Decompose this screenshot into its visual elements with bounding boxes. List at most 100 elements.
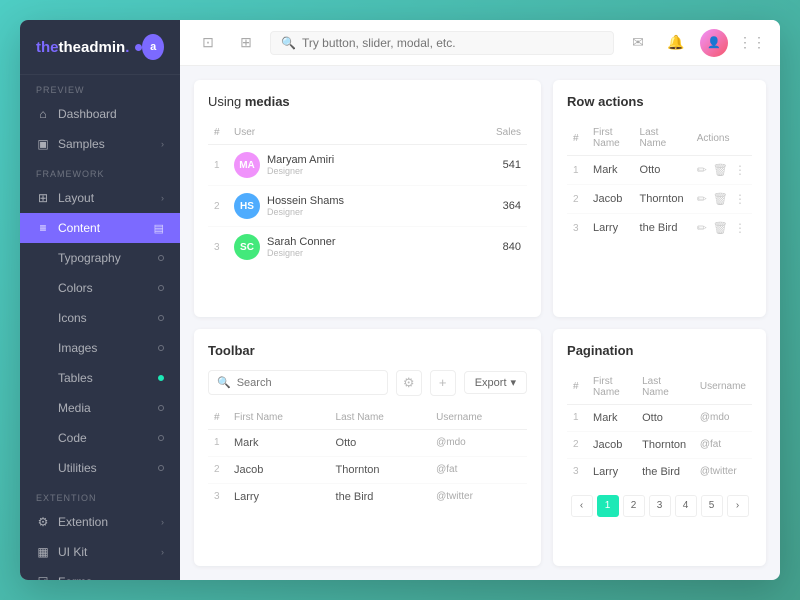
col-last: Last Name — [330, 406, 431, 430]
expand-icon[interactable]: ⊡ — [194, 29, 222, 57]
toolbar-search: 🔍 — [208, 370, 388, 395]
sidebar-item-typography[interactable]: Typography — [20, 243, 180, 273]
table-row: 3 SC Sarah Conner Designer 840 — [208, 227, 527, 268]
sidebar-label-forms: Forms — [58, 575, 92, 580]
add-btn[interactable]: + — [430, 370, 456, 396]
images-dot — [158, 345, 164, 351]
user-avatar[interactable]: 👤 — [700, 29, 728, 57]
last-name: Otto — [634, 156, 691, 185]
sidebar-item-code[interactable]: Code — [20, 423, 180, 453]
sidebar-label-colors: Colors — [58, 281, 93, 295]
topbar: ⊡ ⊞ 🔍 ✉ 🔔 👤 ⋮⋮ — [180, 20, 780, 66]
sidebar-item-dashboard[interactable]: ⌂ Dashboard — [20, 99, 180, 129]
sidebar-item-content[interactable]: ≡ Content ▤ — [20, 213, 180, 243]
username: @fat — [430, 456, 527, 483]
sidebar-item-samples[interactable]: ▣ Samples › — [20, 129, 180, 159]
sidebar-label-typography: Typography — [58, 251, 121, 265]
sidebar-item-images[interactable]: Images — [20, 333, 180, 363]
sidebar-item-colors[interactable]: Colors — [20, 273, 180, 303]
chevron-right-icon4: › — [161, 577, 164, 580]
col-username: Username — [430, 406, 527, 430]
user-cell: MA Maryam Amiri Designer — [228, 145, 457, 186]
sidebar-avatar[interactable]: a — [142, 34, 164, 60]
sidebar-label-code: Code — [58, 431, 87, 445]
first-name: Mark — [228, 429, 330, 456]
page-next-btn[interactable]: › — [727, 495, 749, 517]
colors-dot — [158, 285, 164, 291]
menu-icon[interactable]: ⋮⋮ — [738, 29, 766, 57]
chevron-right-icon: › — [161, 139, 164, 149]
sidebar-item-extension[interactable]: ⚙ Extention › — [20, 507, 180, 537]
more-icon[interactable]: ⋮ — [734, 192, 746, 206]
sidebar-item-forms[interactable]: ☑ Forms › — [20, 567, 180, 580]
page-4-btn[interactable]: 4 — [675, 495, 697, 517]
search-input[interactable] — [302, 36, 603, 50]
chevron-down-icon: ▾ — [511, 376, 517, 389]
username: @twitter — [694, 458, 752, 485]
row-num: 1 — [567, 156, 587, 185]
row-num: 2 — [208, 186, 228, 227]
typography-dot — [158, 255, 164, 261]
sales-value: 364 — [457, 186, 527, 227]
user-cell: SC Sarah Conner Designer — [228, 227, 457, 268]
row-num: 3 — [208, 227, 228, 268]
page-3-btn[interactable]: 3 — [649, 495, 671, 517]
user-role: Designer — [267, 207, 344, 217]
chevron-right-icon3: › — [161, 547, 164, 557]
page-1-btn[interactable]: 1 — [597, 495, 619, 517]
settings-btn[interactable]: ⚙ — [396, 370, 422, 396]
edit-icon[interactable]: ✏ — [697, 221, 707, 235]
col-hash: # — [208, 406, 228, 430]
col-hash: # — [208, 121, 228, 145]
page-prev-btn[interactable]: ‹ — [571, 495, 593, 517]
using-medias-title: Using medias — [208, 94, 527, 109]
delete-icon[interactable]: 🗑 — [713, 221, 728, 235]
sidebar-item-utilities[interactable]: Utilities — [20, 453, 180, 483]
section-extension-label: EXTENTION — [20, 483, 180, 507]
page-2-btn[interactable]: 2 — [623, 495, 645, 517]
row-num: 3 — [567, 458, 587, 485]
sidebar-label-icons: Icons — [58, 311, 87, 325]
edit-icon[interactable]: ✏ — [697, 163, 707, 177]
sidebar-label-extension: Extention — [58, 515, 108, 529]
username: @fat — [694, 431, 752, 458]
col-hash: # — [567, 370, 587, 405]
delete-icon[interactable]: 🗑 — [713, 163, 728, 177]
table-row: 2 Jacob Thornton ✏ 🗑 ⋮ — [567, 185, 752, 214]
sidebar: thetheadmin. a PREVIEW ⌂ Dashboard ▣ Sam… — [20, 20, 180, 580]
toolbar-controls: 🔍 ⚙ + Export ▾ — [208, 370, 527, 396]
row-num: 2 — [567, 431, 587, 458]
grid-view-icon[interactable]: ⊞ — [232, 29, 260, 57]
sidebar-logo: thetheadmin. a — [20, 20, 180, 75]
mail-icon[interactable]: ✉ — [624, 29, 652, 57]
first-name: Larry — [587, 458, 636, 485]
table-row: 2 Jacob Thornton @fat — [208, 456, 527, 483]
page-5-btn[interactable]: 5 — [701, 495, 723, 517]
home-icon: ⌂ — [36, 107, 50, 121]
more-icon[interactable]: ⋮ — [734, 221, 746, 235]
export-btn[interactable]: Export ▾ — [464, 371, 527, 394]
col-hash: # — [567, 121, 587, 156]
content-icon-right: ▤ — [154, 222, 164, 235]
edit-icon[interactable]: ✏ — [697, 192, 707, 206]
sidebar-item-media[interactable]: Media — [20, 393, 180, 423]
last-name: Thornton — [330, 456, 431, 483]
first-name: Larry — [228, 483, 330, 510]
sidebar-item-tables[interactable]: Tables — [20, 363, 180, 393]
user-cell: HS Hossein Shams Designer — [228, 186, 457, 227]
sidebar-item-layout[interactable]: ⊞ Layout › — [20, 183, 180, 213]
delete-icon[interactable]: 🗑 — [713, 192, 728, 206]
logo-text: thetheadmin. — [36, 39, 129, 56]
table-row: 3 Larry the Bird @twitter — [208, 483, 527, 510]
toolbar-search-input[interactable] — [237, 377, 379, 389]
first-name: Mark — [587, 404, 636, 431]
sidebar-item-ui-kit[interactable]: ▦ UI Kit › — [20, 537, 180, 567]
bell-icon[interactable]: 🔔 — [662, 29, 690, 57]
sidebar-item-icons[interactable]: Icons — [20, 303, 180, 333]
user-name: Sarah Conner — [267, 236, 336, 248]
col-sales: Sales — [457, 121, 527, 145]
row-actions-table: # First Name Last Name Actions 1 Mark Ot… — [567, 121, 752, 242]
more-icon[interactable]: ⋮ — [734, 163, 746, 177]
user-role: Designer — [267, 248, 336, 258]
checkbox-icon: ☑ — [36, 575, 50, 580]
